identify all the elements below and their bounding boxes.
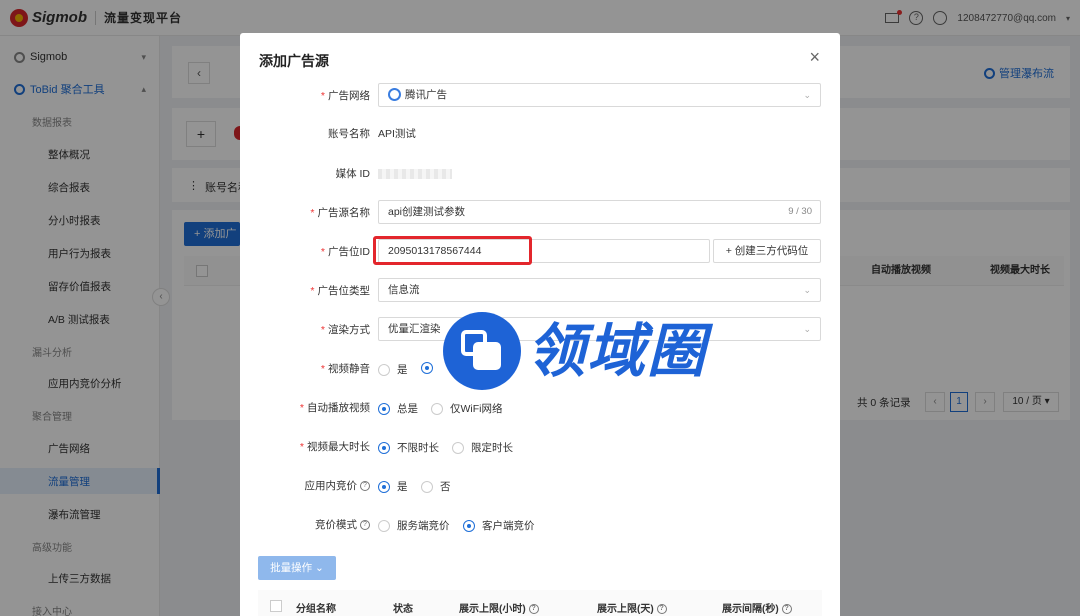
close-icon[interactable]: × — [809, 47, 820, 68]
mute-yes-label: 是 — [397, 364, 408, 376]
row-inapp-bidding: 应用内竞价? 是 否 — [240, 473, 840, 499]
question-icon[interactable]: ? — [360, 481, 370, 492]
watermark-text: 领域圈 — [527, 317, 708, 385]
placement-id-label: * 广告位ID — [320, 246, 370, 258]
account-label: 账号名称 — [328, 128, 370, 140]
radio-circle — [378, 363, 390, 376]
group-table-header: 分组名称 状态 展示上限(小时)? 展示上限(天)? 展示间隔(秒)? — [258, 590, 822, 616]
max-length-label: * 视频最大时长 — [299, 441, 370, 453]
radio-circle — [421, 480, 433, 493]
source-name-value: api创建测试参数 — [388, 206, 466, 218]
autoplay-wifi-radio[interactable]: 仅WiFi网络 — [431, 401, 503, 416]
bid-client-label: 客户端竞价 — [482, 520, 535, 532]
question-icon[interactable]: ? — [360, 520, 370, 531]
maxlen-unlimited-label: 不限时长 — [397, 442, 439, 454]
ad-network-value: 腾讯广告 — [405, 89, 447, 101]
radio-circle — [452, 441, 464, 454]
row-source-name: * 广告源名称 api创建测试参数 9 / 30 — [240, 200, 840, 226]
bid-server-radio[interactable]: 服务端竞价 — [378, 518, 450, 533]
render-mode-label: * 渲染方式 — [320, 324, 370, 336]
row-autoplay: * 自动播放视频 总是 仅WiFi网络 — [240, 395, 840, 421]
question-icon[interactable]: ? — [528, 604, 539, 615]
chevron-down-icon: ⌄ — [803, 324, 811, 334]
placement-type-select[interactable]: 信息流 ⌄ — [378, 278, 821, 302]
col-day-cap: 展示上限(天)? — [597, 600, 667, 615]
mute-no-radio[interactable] — [421, 362, 440, 374]
chevron-down-icon: ⌄ — [803, 285, 811, 295]
inapp-bidding-label: 应用内竞价? — [305, 473, 370, 499]
batch-label: 批量操作 — [270, 562, 313, 574]
media-id-label: 媒体 ID — [335, 168, 370, 180]
bid-server-label: 服务端竞价 — [397, 520, 450, 532]
maxlen-unlimited-radio[interactable]: 不限时长 — [378, 440, 439, 455]
radio-circle — [431, 402, 443, 415]
inapp-yes-label: 是 — [397, 481, 408, 493]
ad-network-select[interactable]: 腾讯广告 ⌄ — [378, 83, 821, 107]
watermark-logo-icon — [443, 312, 521, 390]
col-group-name: 分组名称 — [296, 604, 336, 615]
row-account: 账号名称 API测试 — [240, 121, 840, 147]
autoplay-always-radio[interactable]: 总是 — [378, 401, 418, 416]
radio-circle — [378, 519, 390, 532]
char-counter: 9 / 30 — [788, 206, 812, 217]
maxlen-limited-radio[interactable]: 限定时长 — [452, 440, 513, 455]
row-placement-type: * 广告位类型 信息流 ⌄ — [240, 278, 840, 304]
placement-type-value: 信息流 — [388, 284, 420, 296]
col-hour-cap: 展示上限(小时)? — [459, 600, 539, 615]
placement-type-label: * 广告位类型 — [310, 285, 370, 297]
inapp-yes-radio[interactable]: 是 — [378, 479, 408, 494]
account-value: API测试 — [378, 128, 416, 140]
autoplay-always-label: 总是 — [397, 403, 418, 415]
modal-title: 添加广告源 — [259, 53, 329, 69]
inapp-no-label: 否 — [440, 481, 451, 493]
highlight-box — [373, 236, 532, 265]
create-third-party-code-button[interactable]: + 创建三方代码位 — [713, 239, 821, 263]
radio-circle — [378, 441, 390, 454]
row-ad-network: * 广告网络 腾讯广告 ⌄ — [240, 83, 840, 109]
col-status: 状态 — [393, 604, 413, 615]
batch-operation-button[interactable]: 批量操作 ⌄ — [258, 556, 336, 580]
select-all-checkbox[interactable] — [270, 600, 282, 612]
radio-circle — [463, 519, 475, 532]
row-bid-mode: 竞价模式? 服务端竞价 客户端竞价 — [240, 512, 840, 538]
bid-mode-label: 竞价模式? — [315, 512, 370, 538]
tencent-ads-icon — [388, 87, 401, 101]
chevron-down-icon: ⌄ — [803, 90, 811, 100]
source-name-input[interactable]: api创建测试参数 9 / 30 — [378, 200, 821, 224]
question-icon[interactable]: ? — [781, 604, 792, 615]
source-name-label: * 广告源名称 — [310, 207, 370, 219]
mute-yes-radio[interactable]: 是 — [378, 362, 408, 377]
question-icon[interactable]: ? — [656, 604, 667, 615]
col-interval: 展示间隔(秒)? — [722, 600, 792, 615]
radio-circle — [378, 402, 390, 415]
watermark: 领域圈 — [443, 312, 707, 390]
video-mute-label: * 视频静音 — [320, 363, 370, 375]
autoplay-label: * 自动播放视频 — [299, 402, 370, 414]
autoplay-wifi-label: 仅WiFi网络 — [450, 403, 503, 415]
radio-circle — [421, 362, 433, 374]
ad-network-label: * 广告网络 — [320, 90, 370, 102]
maxlen-limited-label: 限定时长 — [471, 442, 513, 454]
row-placement-id: * 广告位ID 2095013178567444 + 创建三方代码位 — [240, 236, 840, 265]
radio-circle — [378, 480, 390, 493]
render-mode-value: 优量汇渲染 — [388, 323, 441, 335]
inapp-no-radio[interactable]: 否 — [421, 479, 451, 494]
bid-client-radio[interactable]: 客户端竞价 — [463, 518, 535, 533]
row-max-length: * 视频最大时长 不限时长 限定时长 — [240, 434, 840, 460]
media-id-redacted — [378, 169, 452, 179]
row-media-id: 媒体 ID — [240, 161, 840, 187]
